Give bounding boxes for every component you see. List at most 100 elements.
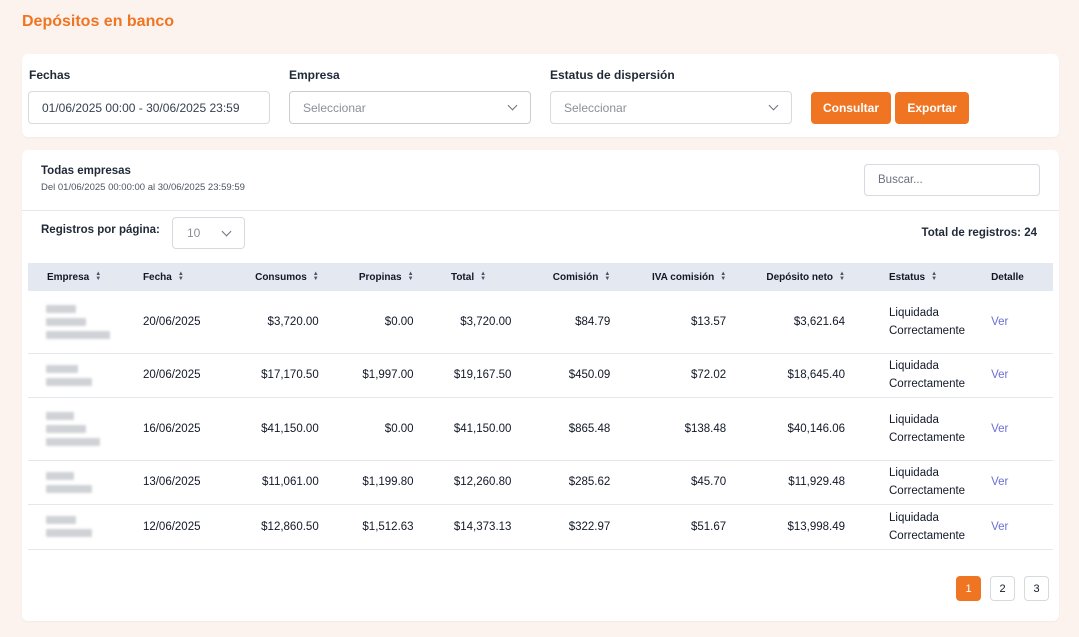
- search-placeholder: Buscar...: [878, 174, 923, 186]
- col-header-empresa[interactable]: Empresa ▲ ▼: [28, 263, 129, 291]
- deposito-neto-cell: $11,929.48: [732, 460, 851, 505]
- estatus-cell: Liquidada Correctamente: [851, 353, 972, 398]
- rows-per-page-value: 10: [187, 226, 201, 240]
- table-row: 20/06/2025 $17,170.50 $1,997.00 $19,167.…: [28, 353, 1053, 398]
- table-row: 16/06/2025 $41,150.00 $0.00 $41,150.00 $…: [28, 397, 1053, 461]
- total-cell: $14,373.13: [419, 504, 518, 550]
- comision-cell: $450.09: [517, 353, 617, 398]
- sort-icon[interactable]: ▲ ▼: [931, 271, 937, 282]
- chevron-down-icon: [221, 226, 232, 236]
- page-button-1[interactable]: 1: [956, 576, 981, 601]
- total-cell: $12,260.80: [419, 460, 518, 505]
- fecha-cell: 20/06/2025: [128, 291, 215, 354]
- sort-icon[interactable]: ▲ ▼: [604, 271, 610, 282]
- sort-icon[interactable]: ▲ ▼: [480, 271, 486, 282]
- redacted-text: [46, 304, 76, 313]
- estatus-select[interactable]: Seleccionar: [550, 91, 792, 124]
- propinas-cell: $0.00: [324, 397, 420, 461]
- redacted-text: [46, 411, 74, 420]
- empresa-select[interactable]: Seleccionar: [289, 91, 531, 124]
- sort-icon[interactable]: ▲ ▼: [95, 271, 101, 282]
- sort-icon[interactable]: ▲ ▼: [178, 271, 184, 282]
- col-header-iva[interactable]: IVA comisión ▲ ▼: [616, 263, 732, 291]
- deposits-table: Empresa ▲ ▼ Fecha ▲ ▼ Consumos ▲ ▼ Propinas ▲ ▼ …: [28, 263, 1053, 550]
- iva-cell: $72.02: [616, 353, 733, 398]
- col-header-fecha[interactable]: Fecha ▲ ▼: [129, 263, 215, 291]
- ver-link[interactable]: Ver: [971, 460, 1053, 505]
- fecha-cell: 20/06/2025: [128, 353, 215, 398]
- rows-per-page-label: Registros por página:: [41, 224, 160, 236]
- empresa-cell: [28, 291, 129, 354]
- total-cell: $3,720.00: [419, 291, 518, 354]
- estatus-cell: Liquidada Correctamente: [851, 460, 972, 505]
- date-range-input[interactable]: 01/06/2025 00:00 - 30/06/2025 23:59: [28, 91, 270, 124]
- ver-link[interactable]: Ver: [971, 353, 1053, 398]
- deposito-neto-cell: $13,998.49: [732, 504, 851, 550]
- col-header-consumos[interactable]: Consumos ▲ ▼: [215, 263, 325, 291]
- comision-cell: $322.97: [517, 504, 617, 550]
- iva-cell: $51.67: [616, 504, 733, 550]
- table-row: 12/06/2025 $12,860.50 $1,512.63 $14,373.…: [28, 504, 1053, 550]
- table-header-row: Empresa ▲ ▼ Fecha ▲ ▼ Consumos ▲ ▼ Propinas ▲ ▼ …: [28, 263, 1053, 291]
- propinas-cell: $1,199.80: [324, 460, 420, 505]
- sort-icon[interactable]: ▲ ▼: [408, 271, 414, 282]
- empresa-cell: [28, 353, 129, 398]
- consultar-button[interactable]: Consultar: [811, 92, 891, 124]
- iva-cell: $45.70: [616, 460, 733, 505]
- comision-cell: $84.79: [517, 291, 617, 354]
- redacted-text: [46, 516, 76, 524]
- consumos-cell: $17,170.50: [214, 353, 325, 398]
- estatus-cell: Liquidada Correctamente: [851, 291, 972, 354]
- sort-icon[interactable]: ▲ ▼: [720, 271, 726, 282]
- chevron-down-icon: [768, 100, 779, 111]
- fecha-cell: 12/06/2025: [128, 504, 215, 550]
- empresa-label: Empresa: [289, 68, 340, 82]
- empresa-cell: [28, 460, 129, 505]
- estatus-select-value: Seleccionar: [564, 100, 627, 115]
- search-input[interactable]: Buscar...: [864, 164, 1040, 196]
- page-button-3[interactable]: 3: [1024, 576, 1049, 601]
- deposito-neto-cell: $18,645.40: [732, 353, 851, 398]
- ver-link[interactable]: Ver: [971, 504, 1053, 550]
- col-header-estatus[interactable]: Estatus ▲ ▼: [851, 263, 971, 291]
- empresa-select-value: Seleccionar: [303, 100, 366, 115]
- col-header-total[interactable]: Total ▲ ▼: [420, 263, 518, 291]
- page-button-2[interactable]: 2: [990, 576, 1015, 601]
- empresa-cell: [28, 397, 129, 461]
- estatus-cell: Liquidada Correctamente: [851, 397, 972, 461]
- results-card: Todas empresas Del 01/06/2025 00:00:00 a…: [22, 150, 1059, 621]
- col-header-detalle: Detalle: [991, 271, 1024, 283]
- estatus-label: Estatus de dispersión: [550, 68, 675, 82]
- redacted-text: [46, 330, 110, 339]
- iva-cell: $138.48: [616, 397, 733, 461]
- redacted-text: [46, 529, 92, 537]
- table-row: 13/06/2025 $11,061.00 $1,199.80 $12,260.…: [28, 460, 1053, 505]
- fecha-cell: 16/06/2025: [128, 397, 215, 461]
- consumos-cell: $3,720.00: [214, 291, 325, 354]
- col-header-comision[interactable]: Comisión ▲ ▼: [517, 263, 616, 291]
- propinas-cell: $0.00: [324, 291, 420, 354]
- rows-per-page-select[interactable]: 10: [172, 217, 245, 249]
- sort-icon[interactable]: ▲ ▼: [839, 271, 845, 282]
- total-records: Total de registros: 24: [922, 227, 1037, 239]
- redacted-text: [46, 424, 86, 433]
- total-records-value: 24: [1024, 227, 1037, 239]
- consumos-cell: $11,061.00: [214, 460, 325, 505]
- exportar-button[interactable]: Exportar: [895, 92, 969, 124]
- estatus-cell: Liquidada Correctamente: [851, 504, 972, 550]
- redacted-text: [46, 484, 92, 493]
- col-header-deposito-neto[interactable]: Depósito neto ▲ ▼: [732, 263, 851, 291]
- redacted-text: [46, 364, 78, 373]
- col-header-propinas[interactable]: Propinas ▲ ▼: [325, 263, 420, 291]
- fecha-cell: 13/06/2025: [128, 460, 215, 505]
- comision-cell: $285.62: [517, 460, 617, 505]
- ver-link[interactable]: Ver: [971, 291, 1053, 354]
- pagination: 1 2 3: [956, 576, 1049, 601]
- deposito-neto-cell: $40,146.06: [732, 397, 851, 461]
- sort-icon[interactable]: ▲ ▼: [313, 271, 319, 282]
- consumos-cell: $12,860.50: [214, 504, 325, 550]
- ver-link[interactable]: Ver: [971, 397, 1053, 461]
- divider: [22, 210, 1059, 211]
- propinas-cell: $1,512.63: [324, 504, 420, 550]
- panel-title: Todas empresas: [41, 165, 131, 177]
